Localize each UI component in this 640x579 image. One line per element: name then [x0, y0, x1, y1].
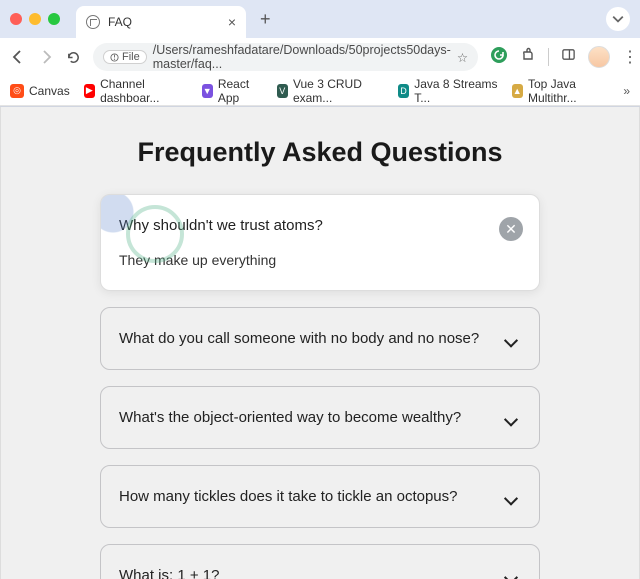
- chrome-menu-button[interactable]: ⋮: [622, 47, 638, 67]
- close-icon: ✕: [505, 222, 517, 236]
- java-mt-icon: ▲: [512, 84, 523, 98]
- faq-item: Why shouldn't we trust atoms? They make …: [100, 194, 540, 291]
- bookmark-item[interactable]: ▶Channel dashboar...: [84, 77, 188, 105]
- faq-item: What is: 1 + 1?: [100, 544, 540, 579]
- bookmark-item[interactable]: ▲Top Java Multithr...: [512, 77, 610, 105]
- globe-icon: [86, 15, 100, 29]
- faq-toggle-button[interactable]: [499, 330, 523, 354]
- vue-icon: V: [277, 84, 288, 98]
- bookmark-item[interactable]: ▼React App: [202, 77, 263, 105]
- faq-question: What is: 1 + 1?: [119, 567, 521, 579]
- faq-question: What do you call someone with no body an…: [119, 330, 521, 347]
- bookmark-item[interactable]: VVue 3 CRUD exam...: [277, 77, 384, 105]
- youtube-icon: ▶: [84, 84, 95, 98]
- canvas-icon: ◎: [10, 84, 24, 98]
- window-controls: [10, 13, 60, 25]
- faq-item: What do you call someone with no body an…: [100, 307, 540, 370]
- extension-grammarly-icon[interactable]: [490, 46, 508, 69]
- back-button[interactable]: [10, 49, 26, 65]
- forward-button[interactable]: [38, 49, 54, 65]
- close-tab-button[interactable]: ×: [228, 14, 236, 30]
- faq-toggle-button[interactable]: [499, 488, 523, 512]
- bookmarks-bar: ◎Canvas ▶Channel dashboar... ▼React App …: [0, 76, 640, 106]
- side-panel-icon[interactable]: [561, 47, 576, 67]
- new-tab-button[interactable]: +: [254, 9, 277, 30]
- java-icon: D: [398, 84, 409, 98]
- tab-bar: FAQ × +: [0, 0, 640, 38]
- faq-item: How many tickles does it take to tickle …: [100, 465, 540, 528]
- faq-question: Why shouldn't we trust atoms?: [119, 217, 521, 234]
- faq-container: Why shouldn't we trust atoms? They make …: [100, 194, 540, 579]
- url-text: /Users/rameshfadatare/Downloads/50projec…: [153, 43, 451, 71]
- bookmark-item[interactable]: DJava 8 Streams T...: [398, 77, 498, 105]
- bookmark-star-icon[interactable]: ☆: [457, 50, 468, 65]
- faq-toggle-button[interactable]: [499, 409, 523, 433]
- bookmarks-overflow-button[interactable]: »: [623, 84, 630, 98]
- react-icon: ▼: [202, 84, 213, 98]
- page-body: Frequently Asked Questions Why shouldn't…: [0, 107, 640, 579]
- faq-item: What's the object-oriented way to become…: [100, 386, 540, 449]
- tab-search-button[interactable]: [606, 7, 630, 31]
- close-window-button[interactable]: [10, 13, 22, 25]
- page-title: Frequently Asked Questions: [1, 137, 639, 168]
- minimize-window-button[interactable]: [29, 13, 41, 25]
- toolbar-divider: [548, 48, 549, 66]
- reload-button[interactable]: [66, 50, 81, 65]
- chevron-down-icon: [504, 492, 518, 506]
- browser-chrome: FAQ × + File /Users/rameshfadatare/Downl…: [0, 0, 640, 107]
- faq-question: What's the object-oriented way to become…: [119, 409, 521, 426]
- faq-answer: They make up everything: [119, 252, 521, 268]
- faq-toggle-button[interactable]: ✕: [499, 217, 523, 241]
- address-bar[interactable]: File /Users/rameshfadatare/Downloads/50p…: [93, 43, 478, 71]
- profile-avatar[interactable]: [588, 46, 610, 68]
- url-scheme-pill: File: [103, 50, 147, 64]
- toolbar-icons: ⋮: [490, 46, 638, 69]
- extensions-icon[interactable]: [520, 47, 536, 68]
- bookmark-item[interactable]: ◎Canvas: [10, 84, 70, 98]
- faq-question: How many tickles does it take to tickle …: [119, 488, 521, 505]
- toolbar: File /Users/rameshfadatare/Downloads/50p…: [0, 38, 640, 76]
- chevron-down-icon: [504, 413, 518, 427]
- chevron-down-icon: [504, 334, 518, 348]
- tab-title: FAQ: [108, 15, 132, 29]
- browser-tab[interactable]: FAQ ×: [76, 6, 246, 38]
- maximize-window-button[interactable]: [48, 13, 60, 25]
